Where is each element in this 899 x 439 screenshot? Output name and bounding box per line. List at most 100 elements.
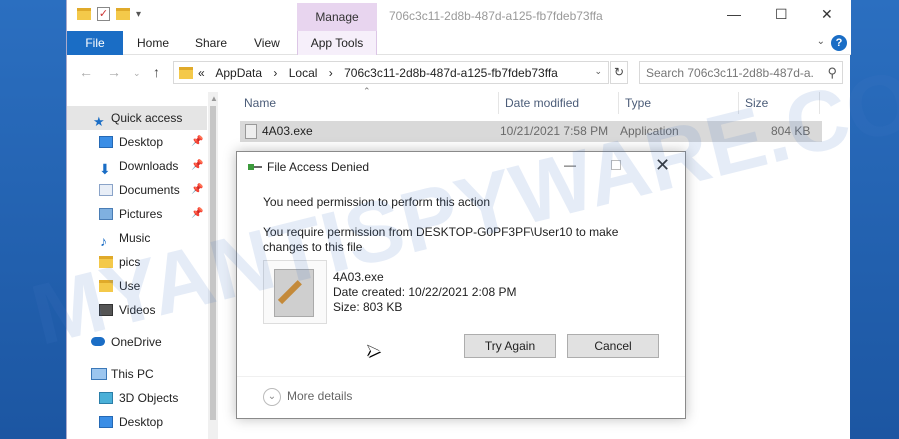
videos-icon <box>99 304 113 316</box>
sidebar-item-label: This PC <box>111 367 154 381</box>
chevron-down-icon[interactable]: ⌄ <box>263 388 281 406</box>
minimize-button[interactable]: — <box>727 6 741 22</box>
manage-contextual-tab[interactable]: Manage <box>297 3 377 31</box>
sidebar-item-label: Pictures <box>119 207 163 221</box>
column-header-size[interactable]: Size <box>745 92 820 114</box>
pin-icon[interactable]: 📌 <box>191 130 203 154</box>
properties-icon[interactable]: ✓ <box>97 7 110 21</box>
address-bar[interactable]: « AppData › Local › 706c3c11-2d8b-487d-a… <box>173 61 609 84</box>
tab-view[interactable]: View <box>254 31 280 55</box>
sidebar-item-this-pc[interactable]: This PC <box>67 362 207 386</box>
breadcrumb-separator[interactable]: › <box>329 66 333 80</box>
file-thumbnail <box>263 260 327 324</box>
dialog-heading: You need permission to perform this acti… <box>263 195 491 209</box>
quick-access-toolbar: ✓ ▾ <box>77 7 141 21</box>
pictures-icon <box>99 208 113 220</box>
pin-icon[interactable]: 📌 <box>191 202 203 226</box>
folder-icon[interactable] <box>77 8 91 20</box>
file-date: 10/21/2021 7:58 PM <box>500 124 609 138</box>
sidebar-item-label: Desktop <box>119 135 164 149</box>
recent-locations-icon[interactable]: ⌄ <box>133 68 141 79</box>
dialog-maximize-button <box>611 160 621 170</box>
dialog-minimize-button[interactable]: — <box>564 158 576 172</box>
sidebar-item-desktop-pc[interactable]: Desktop <box>67 410 207 434</box>
tab-app-tools[interactable]: App Tools <box>297 31 377 55</box>
expand-ribbon-icon[interactable]: ⌄ <box>817 36 825 47</box>
pin-icon[interactable]: 📌 <box>191 178 203 202</box>
sidebar-item-label: Desktop <box>119 415 164 429</box>
sidebar-item-label: Videos <box>119 303 156 317</box>
tab-file[interactable]: File <box>67 31 123 55</box>
pc-icon <box>91 368 107 380</box>
sidebar-item-use[interactable]: Use <box>67 274 207 298</box>
breadcrumb-local[interactable]: Local <box>289 66 318 80</box>
navigation-pane: ★ Quick access Desktop 📌 ⬇ Downloads 📌 D… <box>67 92 218 439</box>
scrollbar-thumb[interactable] <box>210 106 216 420</box>
breadcrumb: « AppData › Local › 706c3c11-2d8b-487d-a… <box>198 66 566 80</box>
desktop-icon <box>99 416 113 428</box>
sidebar-item-documents[interactable]: Documents 📌 <box>67 178 207 202</box>
refresh-icon[interactable]: ↻ <box>610 61 628 84</box>
breadcrumb-overflow[interactable]: « <box>198 66 205 80</box>
mouse-cursor-icon: ➤ <box>366 341 382 361</box>
sidebar-item-label: Downloads <box>119 159 179 173</box>
sidebar-item-quick-access[interactable]: ★ Quick access <box>67 106 207 130</box>
try-again-button[interactable]: Try Again <box>464 334 556 358</box>
table-row[interactable]: 4A03.exe 10/21/2021 7:58 PM Application … <box>240 121 822 142</box>
new-folder-icon[interactable] <box>116 8 130 20</box>
breadcrumb-current-folder[interactable]: 706c3c11-2d8b-487d-a125-fb7fdeb73ffa <box>344 66 558 80</box>
breadcrumb-appdata[interactable]: AppData <box>215 66 262 80</box>
sidebar-item-label: OneDrive <box>111 335 162 349</box>
title-bar: ✓ ▾ Manage 706c3c11-2d8b-487d-a125-fb7fd… <box>67 0 851 31</box>
file-type: Application <box>620 124 679 138</box>
cancel-button[interactable]: Cancel <box>567 334 659 358</box>
sidebar-item-pics[interactable]: pics <box>67 250 207 274</box>
column-header-name[interactable]: Name <box>244 92 499 114</box>
dialog-title-bar: File Access Denied — ✕ <box>237 152 685 182</box>
back-arrow-icon[interactable]: ← <box>79 64 93 80</box>
sidebar-item-label: Music <box>119 231 151 245</box>
dialog-message: You require permission from DESKTOP-G0PF… <box>263 225 619 254</box>
sidebar-item-label: 3D Objects <box>119 391 179 405</box>
dialog-close-button[interactable]: ✕ <box>655 155 670 176</box>
file-detail-created: Date created: 10/22/2021 2:08 PM <box>333 285 517 299</box>
sidebar-item-videos[interactable]: Videos <box>67 298 207 322</box>
more-details-toggle[interactable]: ⌄ More details <box>263 388 352 406</box>
divider <box>237 376 685 377</box>
column-header-type[interactable]: Type <box>625 92 739 114</box>
scroll-up-icon[interactable]: ▲ <box>210 94 218 103</box>
sidebar-item-pictures[interactable]: Pictures 📌 <box>67 202 207 226</box>
sidebar-item-onedrive[interactable]: OneDrive <box>67 330 207 354</box>
file-access-denied-dialog: File Access Denied — ✕ You need permissi… <box>236 151 686 419</box>
up-arrow-icon[interactable]: ↑ <box>153 64 160 80</box>
navigation-bar: ← → ⌄ ↑ « AppData › Local › 706c3c11-2d8… <box>67 56 851 90</box>
sidebar-item-label: Use <box>119 279 141 293</box>
forward-arrow-icon[interactable]: → <box>107 64 121 80</box>
tab-share[interactable]: Share <box>195 31 227 55</box>
maximize-button[interactable]: ☐ <box>775 6 788 23</box>
application-file-icon <box>245 124 257 139</box>
sidebar-item-downloads[interactable]: ⬇ Downloads 📌 <box>67 154 207 178</box>
file-operation-icon <box>248 162 262 172</box>
desktop-icon <box>99 136 113 148</box>
search-placeholder: Search 706c3c11-2d8b-487d-a... <box>646 66 814 80</box>
sidebar-item-3d-objects[interactable]: 3D Objects <box>67 386 207 410</box>
breadcrumb-separator[interactable]: › <box>273 66 277 80</box>
documents-icon <box>99 184 113 196</box>
cloud-icon <box>91 337 105 346</box>
sidebar-item-desktop[interactable]: Desktop 📌 <box>67 130 207 154</box>
search-input[interactable]: Search 706c3c11-2d8b-487d-a... ⚲ <box>639 61 843 84</box>
sidebar-item-music[interactable]: ♪ Music <box>67 226 207 250</box>
cube-icon <box>99 392 113 404</box>
folder-icon <box>99 256 113 268</box>
sidebar-item-label: Documents <box>119 183 180 197</box>
sidebar-scrollbar[interactable]: ▲ <box>208 92 218 439</box>
tab-home[interactable]: Home <box>137 31 169 55</box>
pin-icon[interactable]: 📌 <box>191 154 203 178</box>
column-header-date[interactable]: Date modified <box>505 92 619 114</box>
close-button[interactable]: ✕ <box>821 6 833 23</box>
address-dropdown-icon[interactable]: ⌄ <box>594 66 602 77</box>
folder-icon <box>179 67 193 79</box>
customize-toolbar-icon[interactable]: ▾ <box>136 9 141 20</box>
help-icon[interactable]: ? <box>831 35 847 51</box>
